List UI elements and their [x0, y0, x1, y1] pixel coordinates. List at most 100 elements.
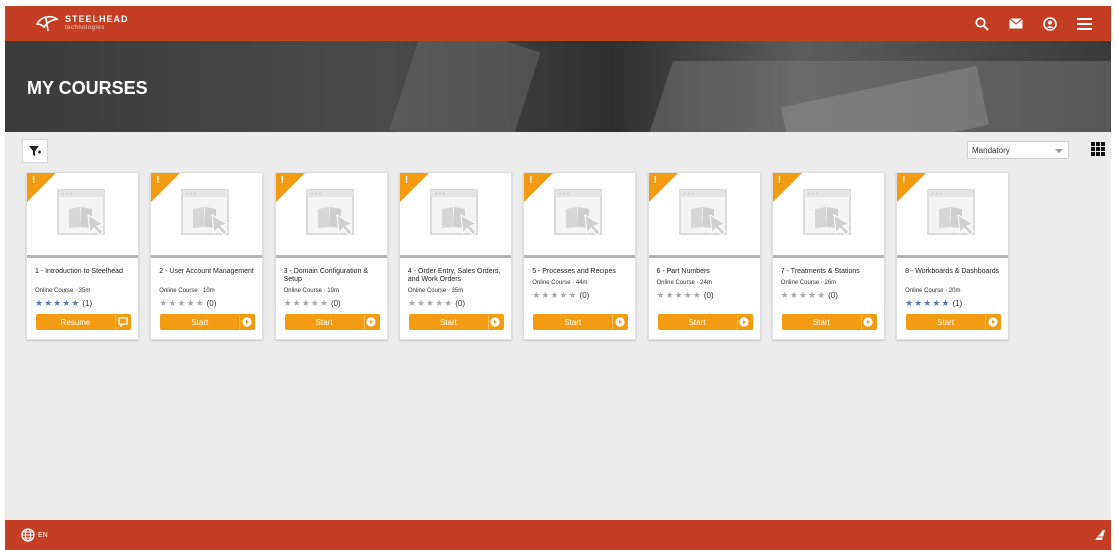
course-meta: Online Course · 10m [159, 288, 215, 294]
rating-count: (0) [455, 299, 466, 308]
brand-name: STEELHEAD [65, 14, 129, 24]
course-placeholder-icon [429, 189, 478, 236]
course-placeholder-icon [181, 189, 230, 236]
course-action-button[interactable]: Start [657, 314, 753, 330]
course-thumbnail: ! [772, 173, 884, 258]
course-action-button[interactable]: Resume [36, 314, 131, 330]
course-card[interactable]: ! 7 - Treatments & Stations Online Cours… [771, 172, 885, 340]
course-thumbnail: ! [524, 173, 636, 258]
footer-bar: EN [5, 520, 1111, 550]
course-action-label: Start [937, 317, 955, 327]
filter-button[interactable] [22, 139, 48, 163]
course-action-label: Resume [60, 317, 91, 327]
course-title: 5 - Processes and Recipes [532, 268, 616, 275]
exclamation-icon: ! [777, 175, 782, 186]
course-meta: Online Course · 20m [905, 288, 961, 294]
star-rating-icon: ★★★★★ [780, 290, 827, 300]
course-placeholder-icon [57, 189, 105, 236]
top-icons [965, 6, 1101, 41]
course-thumbnail: ! [897, 173, 1009, 258]
fish-logo-icon [35, 15, 59, 32]
play-icon [363, 315, 378, 329]
course-title: 1 - Introduction to Steelhead [35, 268, 123, 275]
menu-icon[interactable] [1067, 6, 1101, 41]
course-action-button[interactable]: Start [408, 314, 504, 330]
exclamation-icon: ! [280, 175, 284, 186]
select-value: Mandatory [972, 146, 1010, 155]
hero-photo-shape [389, 41, 541, 132]
exclamation-icon: ! [529, 175, 533, 186]
play-icon [239, 315, 253, 329]
course-action-button[interactable]: Start [906, 314, 1002, 330]
rating-count: (0) [330, 299, 341, 308]
course-title: 8 - Workboards & Dashboards [905, 268, 1000, 275]
course-title: 2 - User Account Management [159, 268, 254, 275]
exclamation-icon: ! [653, 175, 657, 186]
course-filter-select[interactable]: Mandatory [967, 141, 1069, 159]
course-card[interactable]: ! 8 - Workboards & Dashboards Online Cou… [896, 172, 1010, 340]
logo[interactable]: STEELHEAD technologies [35, 12, 129, 34]
course-action-label: Start [315, 317, 333, 327]
course-thumbnail: ! [27, 173, 138, 258]
play-icon [612, 315, 626, 329]
course-card[interactable]: ! 2 - User Account Management Online Cou… [150, 172, 264, 340]
course-rating: ★★★★★ (1) [35, 298, 92, 309]
app-frame: STEELHEAD technologies MY COURSES Mandat… [5, 6, 1111, 550]
globe-icon [21, 528, 35, 542]
top-bar: STEELHEAD technologies [5, 6, 1111, 41]
course-placeholder-icon [305, 189, 354, 236]
course-rating: ★★★★★ (1) [905, 298, 962, 309]
search-icon[interactable] [965, 6, 999, 41]
rating-count: (0) [828, 291, 838, 300]
course-rating: ★★★★★ (0) [284, 298, 341, 309]
brand-logo-icon[interactable] [1094, 529, 1106, 541]
chevron-down-icon [1055, 149, 1063, 153]
rating-count: (1) [952, 299, 963, 308]
course-rating: ★★★★★ (0) [408, 298, 465, 309]
course-action-button[interactable]: Start [160, 314, 256, 330]
rating-count: (0) [703, 291, 714, 300]
course-placeholder-icon [554, 189, 603, 236]
course-card[interactable]: ! 3 - Domain Configuration & Setup Onlin… [274, 172, 388, 340]
page-title: MY COURSES [27, 78, 148, 98]
course-action-label: Start [439, 317, 457, 327]
star-rating-icon: ★★★★★ [407, 298, 454, 308]
course-card[interactable]: ! 4 - Order Entry, Sales Orders, and Wor… [398, 172, 512, 340]
play-icon [860, 315, 875, 329]
star-rating-icon: ★★★★★ [35, 298, 81, 308]
course-title: 7 - Treatments & Stations [780, 268, 860, 275]
course-meta: Online Course · 19m [283, 288, 339, 294]
grid-view-icon[interactable] [1091, 142, 1105, 156]
user-circle-icon[interactable] [1033, 6, 1067, 41]
exclamation-icon: ! [32, 175, 36, 186]
course-card[interactable]: ! 6 - Part Numbers Online Course · 24m ★… [647, 172, 761, 340]
course-title: 4 - Order Entry, Sales Orders, and Work … [407, 268, 501, 283]
course-rating: ★★★★★ (0) [657, 290, 714, 301]
language-selector[interactable]: EN [21, 528, 48, 542]
course-action-button[interactable]: Start [781, 314, 877, 330]
course-action-label: Start [688, 317, 706, 327]
star-rating-icon: ★★★★★ [656, 290, 702, 300]
course-card[interactable]: ! 1 - Introduction to Steelhead Online C… [26, 172, 139, 340]
course-action-label: Start [191, 317, 209, 327]
course-action-button[interactable]: Start [533, 314, 629, 330]
star-rating-icon: ★★★★★ [159, 298, 205, 308]
star-rating-icon: ★★★★★ [283, 298, 329, 308]
course-rating: ★★★★★ (0) [532, 290, 589, 301]
course-placeholder-icon [678, 189, 727, 236]
course-card[interactable]: ! 5 - Processes and Recipes Online Cours… [523, 172, 637, 340]
language-label: EN [38, 531, 48, 539]
mail-icon[interactable] [999, 6, 1033, 41]
course-meta: Online Course · 35m [35, 288, 91, 294]
course-thumbnail: ! [151, 173, 263, 258]
hero-banner: MY COURSES [5, 41, 1111, 132]
chat-icon [115, 315, 129, 329]
course-meta: Online Course · 35m [407, 288, 464, 294]
star-rating-icon: ★★★★★ [905, 298, 951, 308]
course-rating: ★★★★★ (0) [781, 290, 838, 301]
course-meta: Online Course · 44m [532, 280, 588, 286]
course-action-button[interactable]: Start [284, 314, 380, 330]
play-icon [985, 315, 999, 329]
course-placeholder-icon [802, 189, 851, 236]
logo-text: STEELHEAD technologies [65, 14, 129, 32]
